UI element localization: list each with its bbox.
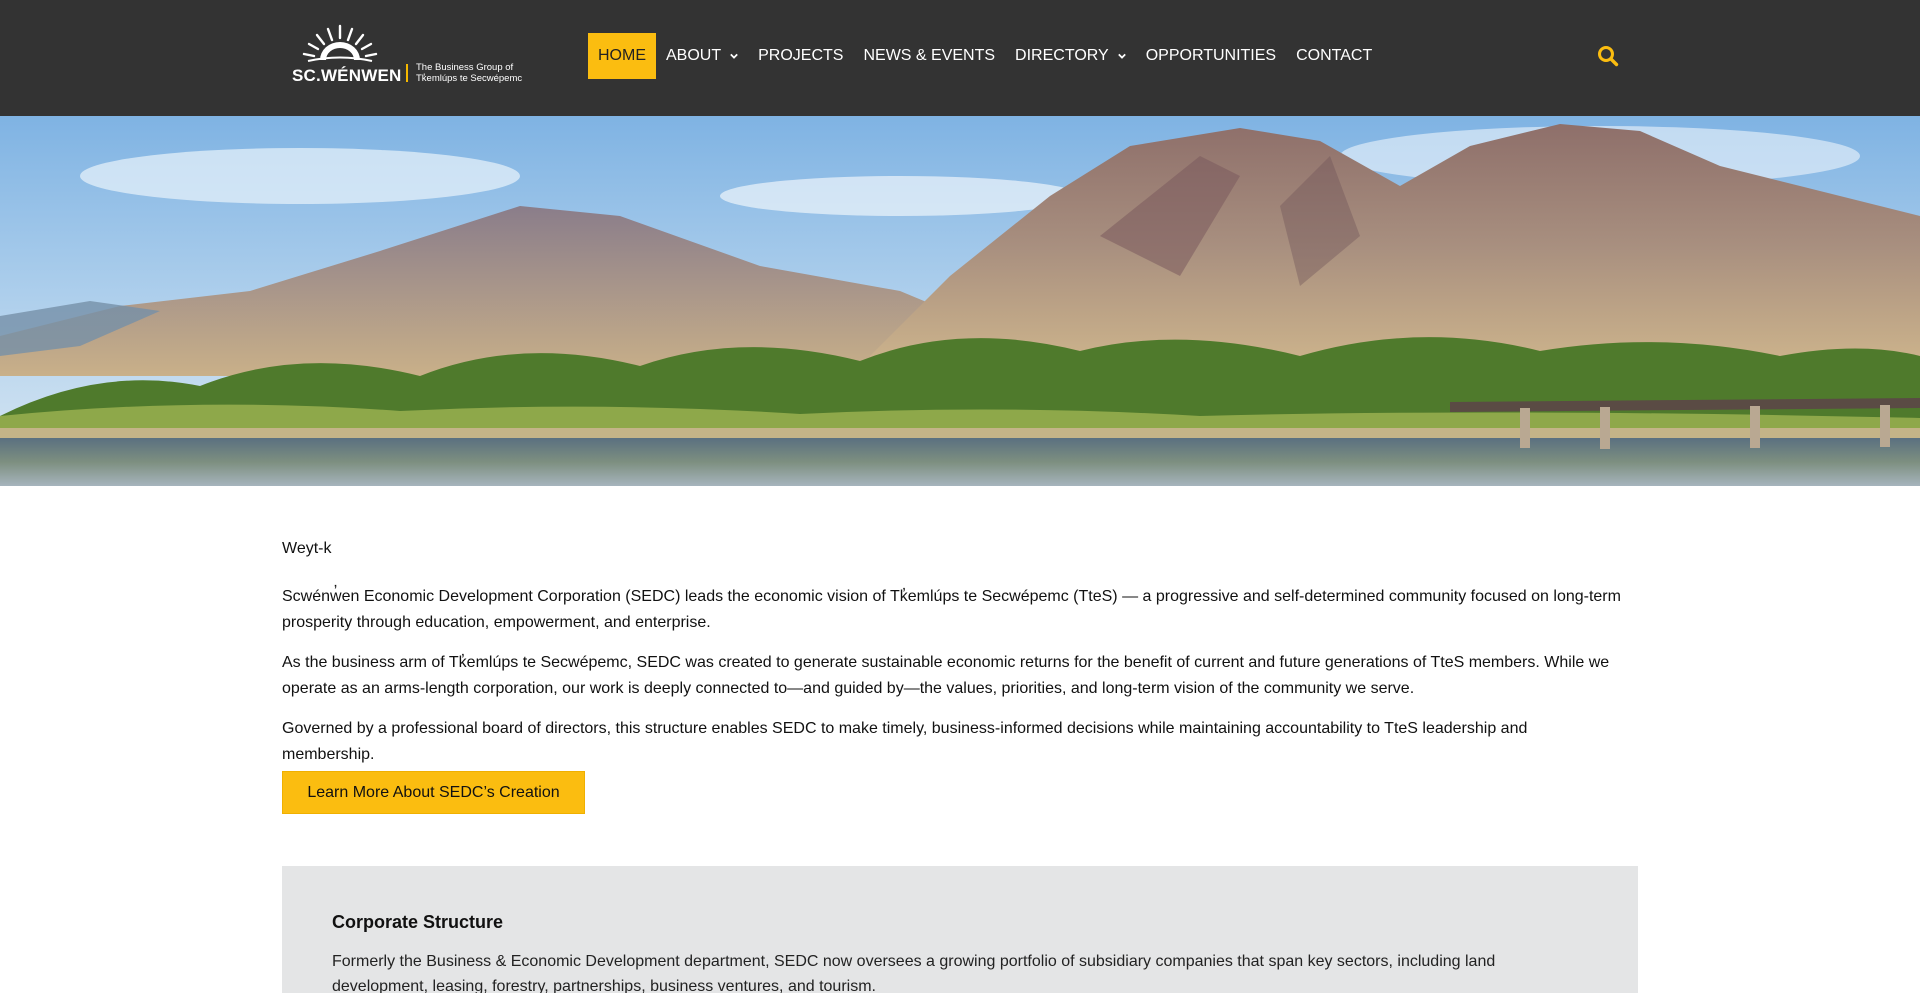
main-nav: HOME ABOUT PROJECTS NEWS & EVENTS DIRECT… (588, 33, 1382, 79)
hero-banner (0, 116, 1920, 486)
chevron-down-icon (730, 53, 738, 59)
logo-tagline: The Business Group of Tk̓emlúps te Secwé… (416, 62, 536, 84)
corporate-structure-section: Corporate Structure Formerly the Busines… (282, 866, 1638, 993)
corporate-structure-text: Formerly the Business & Economic Develop… (332, 953, 1496, 993)
nav-item-label: OPPORTUNITIES (1145, 47, 1277, 64)
nav-item-label: CONTACT (1296, 47, 1373, 64)
nav-item-opportunities[interactable]: OPPORTUNITIES (1136, 33, 1286, 79)
landscape-hero-image (0, 116, 1920, 486)
learn-more-button-label: Learn More About SEDC’s Creation (307, 783, 560, 801)
nav-item-label: PROJECTS (758, 47, 844, 64)
intro-section: Weyt-k Scwénw̓en Economic Development Co… (282, 536, 1622, 782)
site-logo[interactable]: SC.WÉNWEN The Business Group of Tk̓emlúp… (290, 24, 522, 86)
site-header: SC.WÉNWEN The Business Group of Tk̓emlúp… (0, 0, 1920, 116)
corporate-structure-title: Corporate Structure (332, 912, 504, 932)
nav-item-contact[interactable]: CONTACT (1286, 33, 1382, 79)
nav-item-home[interactable]: HOME (588, 33, 656, 79)
nav-item-projects[interactable]: PROJECTS (748, 33, 853, 79)
nav-item-label: HOME (598, 47, 646, 64)
intro-paragraph: Scwénw̓en Economic Development Corporati… (282, 588, 1621, 631)
intro-paragraph: Governed by a professional board of dire… (282, 720, 1528, 763)
logo-divider (406, 64, 408, 82)
learn-more-button[interactable]: Learn More About SEDC’s Creation (282, 771, 585, 814)
nav-item-about[interactable]: ABOUT (656, 33, 748, 79)
nav-item-label: NEWS & EVENTS (863, 47, 996, 64)
nav-item-label: DIRECTORY (1015, 47, 1109, 64)
chevron-down-icon (1117, 53, 1126, 59)
search-icon[interactable] (1596, 44, 1620, 68)
intro-paragraph: As the business arm of Tk̓emlúps te Secw… (282, 654, 1610, 697)
nav-item-news-events[interactable]: NEWS & EVENTS (853, 33, 1005, 79)
greeting-text: Weyt-k (282, 540, 332, 557)
nav-item-label: ABOUT (666, 47, 722, 64)
nav-item-directory[interactable]: DIRECTORY (1005, 33, 1136, 79)
logo-wordmark: SC.WÉNWEN (292, 66, 402, 85)
logo-tagline-line2: Tk̓emlúps te Secwépemc (416, 73, 523, 84)
logo-tagline-line1: The Business Group of (416, 62, 514, 73)
